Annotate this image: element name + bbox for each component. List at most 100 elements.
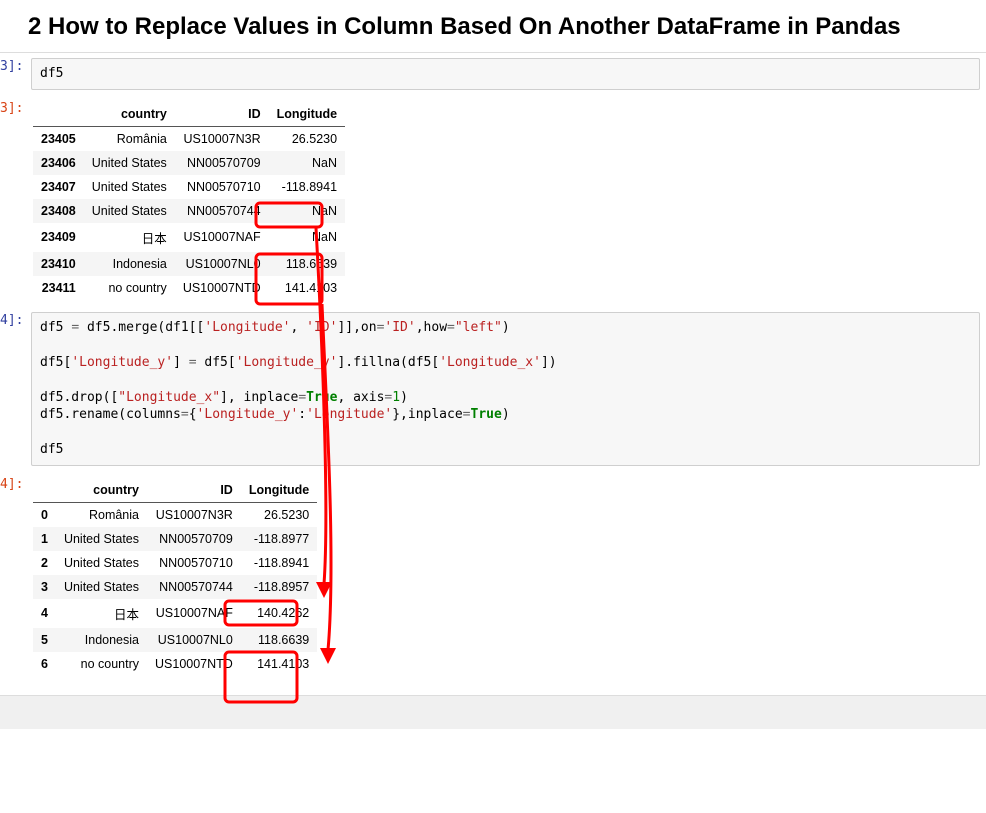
table-row: 5IndonesiaUS10007NL0118.6639 xyxy=(33,628,317,652)
table-row: 2United StatesNN00570710-118.8941 xyxy=(33,551,317,575)
code-tok: df5 xyxy=(40,442,63,457)
code-tok: df5[ xyxy=(197,355,236,370)
table-row: 0RomâniaUS10007N3R26.5230 xyxy=(33,502,317,527)
cell-country: Indonesia xyxy=(84,252,175,276)
output-prompt-2: 4]: xyxy=(0,471,25,492)
code-tok: "Longitude_x" xyxy=(118,390,220,405)
cell-id: US10007NTD xyxy=(175,276,269,300)
code-tok: , xyxy=(290,320,306,335)
cell-country: United States xyxy=(56,527,147,551)
row-index: 23407 xyxy=(33,175,84,199)
code-tok: 'Longitude_x' xyxy=(439,355,541,370)
cell-country: 日本 xyxy=(84,223,175,252)
dataframe-output-2: country ID Longitude 0RomâniaUS10007N3R2… xyxy=(33,478,317,676)
code-tok: 'Longitude' xyxy=(306,407,392,422)
code-tok: 'Longitude' xyxy=(204,320,290,335)
cell-lon: NaN xyxy=(269,199,345,223)
df2-col-id: ID xyxy=(147,478,241,503)
cell-id: NN00570710 xyxy=(175,175,269,199)
code-tok: ,how xyxy=(416,320,447,335)
row-index: 23405 xyxy=(33,126,84,151)
table-row: 23411no countryUS10007NTD141.4103 xyxy=(33,276,345,300)
code-text: df5 xyxy=(40,66,63,81)
cell-country: United States xyxy=(84,175,175,199)
code-tok: True xyxy=(471,407,502,422)
cell-lon: 140.4262 xyxy=(241,599,317,628)
table-row: 23409日本US10007NAFNaN xyxy=(33,223,345,252)
table-row: 23410IndonesiaUS10007NL0118.6639 xyxy=(33,252,345,276)
section-heading: 2 How to Replace Values in Column Based … xyxy=(0,0,986,53)
code-tok: 'Longitude_y' xyxy=(197,407,299,422)
code-tok: df5.merge(df1[[ xyxy=(79,320,204,335)
cell-lon: -118.8977 xyxy=(241,527,317,551)
cell-lon: -118.8957 xyxy=(241,575,317,599)
code-tok: : xyxy=(298,407,306,422)
table-row: 23406United StatesNN00570709NaN xyxy=(33,151,345,175)
code-tok: { xyxy=(189,407,197,422)
code-tok: "left" xyxy=(455,320,502,335)
cell-lon: NaN xyxy=(269,223,345,252)
df1-col-longitude: Longitude xyxy=(269,102,345,127)
cell-country: no country xyxy=(56,652,147,676)
df1-col-country: country xyxy=(84,102,175,127)
cell-id: US10007N3R xyxy=(147,502,241,527)
code-tok: = xyxy=(189,355,197,370)
output-prompt-1: 3]: xyxy=(0,95,25,116)
code-tok: 1 xyxy=(392,390,400,405)
row-index: 3 xyxy=(33,575,56,599)
code-tok: 'Longitude_y' xyxy=(71,355,173,370)
cell-country: România xyxy=(84,126,175,151)
code-tok: = xyxy=(181,407,189,422)
code-tok: ) xyxy=(502,320,510,335)
code-tok: True xyxy=(306,390,337,405)
row-index: 23406 xyxy=(33,151,84,175)
cell-lon: 118.6639 xyxy=(269,252,345,276)
code-tok: 'ID' xyxy=(306,320,337,335)
row-index: 23410 xyxy=(33,252,84,276)
code-tok: ], inplace xyxy=(220,390,298,405)
code-tok: ]) xyxy=(541,355,557,370)
cell-lon: -118.8941 xyxy=(241,551,317,575)
code-tok: },inplace xyxy=(392,407,462,422)
df2-col-longitude: Longitude xyxy=(241,478,317,503)
cell-id: NN00570709 xyxy=(147,527,241,551)
df1-col-id: ID xyxy=(175,102,269,127)
cell-country: United States xyxy=(84,151,175,175)
cell-country: United States xyxy=(56,575,147,599)
cell-country: 日本 xyxy=(56,599,147,628)
row-index: 4 xyxy=(33,599,56,628)
row-index: 6 xyxy=(33,652,56,676)
table-row: 4日本US10007NAF140.4262 xyxy=(33,599,317,628)
code-cell-1[interactable]: df5 xyxy=(31,58,980,90)
table-row: 1United StatesNN00570709-118.8977 xyxy=(33,527,317,551)
cell-id: NN00570709 xyxy=(175,151,269,175)
dataframe-output-1: country ID Longitude 23405România US10007… xyxy=(33,102,345,300)
cell-lon: NaN xyxy=(269,151,345,175)
row-index: 1 xyxy=(33,527,56,551)
code-tok: df5.rename(columns xyxy=(40,407,181,422)
code-tok: ]],on xyxy=(337,320,376,335)
cell-id: US10007NL0 xyxy=(175,252,269,276)
code-tok: df5 xyxy=(40,320,71,335)
code-tok: = xyxy=(298,390,306,405)
row-index: 23411 xyxy=(33,276,84,300)
cell-country: United States xyxy=(84,199,175,223)
cell-country: România xyxy=(56,502,147,527)
df2-col-index xyxy=(33,478,56,503)
row-index: 0 xyxy=(33,502,56,527)
cell-country: Indonesia xyxy=(56,628,147,652)
code-tok: ] xyxy=(173,355,189,370)
code-tok: = xyxy=(463,407,471,422)
cell-lon: 26.5230 xyxy=(269,126,345,151)
code-tok: df5[ xyxy=(40,355,71,370)
cell-id: NN00570710 xyxy=(147,551,241,575)
cell-lon: 118.6639 xyxy=(241,628,317,652)
input-prompt-2: 4]: xyxy=(0,307,25,328)
cell-id: NN00570744 xyxy=(147,575,241,599)
cell-id: US10007NAF xyxy=(175,223,269,252)
code-cell-2[interactable]: df5 = df5.merge(df1[['Longitude', 'ID']]… xyxy=(31,312,980,466)
row-index: 5 xyxy=(33,628,56,652)
cell-lon: -118.8941 xyxy=(269,175,345,199)
code-tok: df5.drop([ xyxy=(40,390,118,405)
df1-col-index xyxy=(33,102,84,127)
